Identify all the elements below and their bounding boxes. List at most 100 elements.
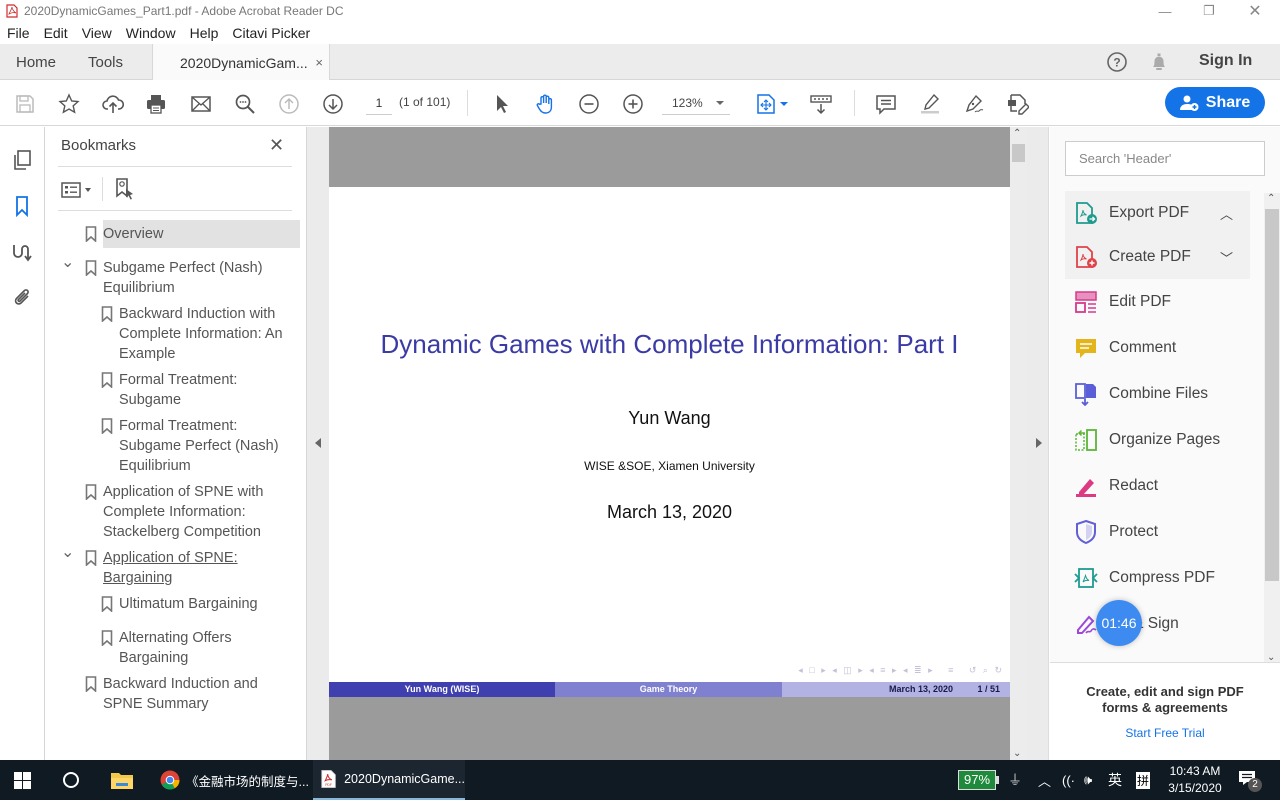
tool-redact[interactable]: Redact [1074,472,1158,500]
scrollbar-thumb[interactable] [1265,209,1279,581]
bookmark-item[interactable]: ⌄ Application of SPNE: Bargaining [61,544,291,588]
file-explorer-button[interactable] [110,760,134,800]
bookmark-item[interactable]: Backward Induction and SPNE Summary [85,674,291,714]
expand-chevron-icon[interactable]: ⌄ [61,543,74,563]
email-button[interactable] [189,92,213,116]
bookmark-item[interactable]: Backward Induction with Complete Informa… [101,304,295,364]
edit-pdf-button[interactable] [1006,92,1030,116]
start-button[interactable] [14,760,34,800]
share-label: Share [1205,93,1251,111]
scroll-up-icon[interactable]: ⌃ [1267,193,1275,204]
notifications-button[interactable] [1148,51,1170,73]
select-icon [497,95,508,113]
page-number-input[interactable]: 1 [366,93,392,115]
tool-export-pdf[interactable]: Export PDF ︿ [1065,191,1250,235]
menu-citavi-picker[interactable]: Citavi Picker [232,25,310,41]
upload-button[interactable] [101,92,125,116]
new-bookmark-icon[interactable] [115,178,135,200]
taskbar-app-chrome[interactable]: 《金融市场的制度与... [152,760,312,800]
document-view[interactable]: Dynamic Games with Complete Information:… [329,127,1010,760]
battery-indicator[interactable]: 97% [958,770,996,790]
tool-organize-pages[interactable]: Organize Pages [1074,426,1220,454]
power-plug-icon[interactable]: ⏚ [1008,760,1022,800]
bookmark-options-button[interactable] [61,179,97,201]
zoom-level-value: 123% [672,96,703,110]
recording-timer-overlay[interactable]: 01:46 [1096,600,1142,646]
action-center-button[interactable]: 2 [1238,760,1262,800]
start-free-trial-link[interactable]: Start Free Trial [1050,726,1280,740]
tab-document[interactable]: 2020DynamicGam... × [152,44,330,81]
tool-edit-pdf[interactable]: Edit PDF [1074,288,1171,316]
taskbar-app-acrobat[interactable]: PDF 2020DynamicGame... [313,760,465,800]
menu-edit[interactable]: Edit [44,25,68,41]
scroll-down-icon[interactable]: ⌄ [1013,748,1021,759]
minimize-button[interactable]: — [1142,0,1188,22]
comment-button[interactable] [874,92,898,116]
print-icon [147,95,165,114]
ime-mode-indicator[interactable]: 拼 [1136,760,1151,800]
scrollbar-thumb[interactable] [1012,144,1025,162]
hand-tool-button[interactable] [533,92,557,116]
bookmark-item[interactable]: ⌄ Subgame Perfect (Nash) Equilibrium [61,254,291,298]
tool-protect[interactable]: Protect [1074,518,1158,546]
system-clock[interactable]: 10:43 AM 3/15/2020 [1160,763,1230,797]
bookmark-item[interactable]: Overview [85,220,300,248]
menu-window[interactable]: Window [126,25,176,41]
search-button[interactable] [62,760,80,800]
bookmark-item[interactable]: Application of SPNE with Complete Inform… [85,482,291,542]
chevron-up-icon[interactable]: ︿ [1220,204,1233,223]
menu-file[interactable]: File [7,25,30,41]
sign-button[interactable] [962,92,986,116]
select-tool-button[interactable] [490,92,514,116]
tab-tools[interactable]: Tools [88,44,123,80]
menu-help[interactable]: Help [190,25,219,41]
print-button[interactable] [144,92,168,116]
share-button[interactable]: Share [1165,87,1265,118]
chevron-down-icon[interactable]: ﹀ [1220,248,1233,267]
close-window-button[interactable]: ✕ [1232,0,1278,22]
zoom-level-select[interactable]: 123% [662,93,730,115]
bookmark-item[interactable]: Formal Treatment: Subgame [101,370,295,410]
find-button[interactable] [233,92,257,116]
zoom-out-button[interactable] [577,92,601,116]
ime-language-indicator[interactable]: 英 [1108,760,1122,800]
fit-page-button[interactable] [754,92,788,116]
show-hidden-icons-button[interactable]: ︿ [1038,760,1051,800]
help-button[interactable]: ? [1106,51,1128,73]
page-thumbnails-icon[interactable] [11,149,33,171]
close-panel-button[interactable]: ✕ [269,135,284,156]
network-icon[interactable]: ((· [1062,760,1075,800]
attachments-icon[interactable] [11,287,33,309]
tools-scrollbar[interactable]: ⌃ ⌄ [1264,193,1280,663]
volume-icon[interactable]: 🕪 [1084,760,1092,800]
bookmarks-icon[interactable] [11,195,33,217]
save-button[interactable] [13,92,37,116]
previous-page-button[interactable] [277,92,301,116]
tool-create-pdf[interactable]: Create PDF ﹀ [1065,235,1250,279]
sign-in-link[interactable]: Sign In [1199,52,1252,70]
tool-label: Organize Pages [1109,431,1221,448]
tool-compress-pdf[interactable]: Compress PDF [1074,564,1215,592]
signatures-icon[interactable] [11,241,33,263]
scroll-mode-button[interactable] [809,92,833,116]
left-panel-collapse-handle[interactable] [307,127,329,760]
bookmark-item[interactable]: Alternating Offers Bargaining [101,628,295,668]
bookmark-item[interactable]: Formal Treatment: Subgame Perfect (Nash)… [101,416,295,476]
zoom-in-button[interactable] [621,92,645,116]
bookmark-star-button[interactable] [57,92,81,116]
scroll-up-icon[interactable]: ⌃ [1013,128,1021,139]
document-scrollbar[interactable]: ⌃ ⌄ [1010,127,1027,760]
next-page-button[interactable] [321,92,345,116]
close-tab-icon[interactable]: × [315,55,323,70]
tab-home[interactable]: Home [16,44,56,80]
menu-view[interactable]: View [82,25,112,41]
window-title: 2020DynamicGames_Part1.pdf - Adobe Acrob… [24,4,344,18]
restore-button[interactable]: ❐ [1186,0,1232,22]
expand-chevron-icon[interactable]: ⌄ [61,253,74,273]
highlight-button[interactable] [918,92,942,116]
tools-search-input[interactable]: Search 'Header' [1065,141,1265,176]
tool-combine-files[interactable]: Combine Files [1074,380,1208,408]
tool-comment[interactable]: Comment [1074,334,1176,362]
bookmark-item[interactable]: Ultimatum Bargaining [101,594,295,614]
right-panel-collapse-handle[interactable] [1027,127,1049,760]
